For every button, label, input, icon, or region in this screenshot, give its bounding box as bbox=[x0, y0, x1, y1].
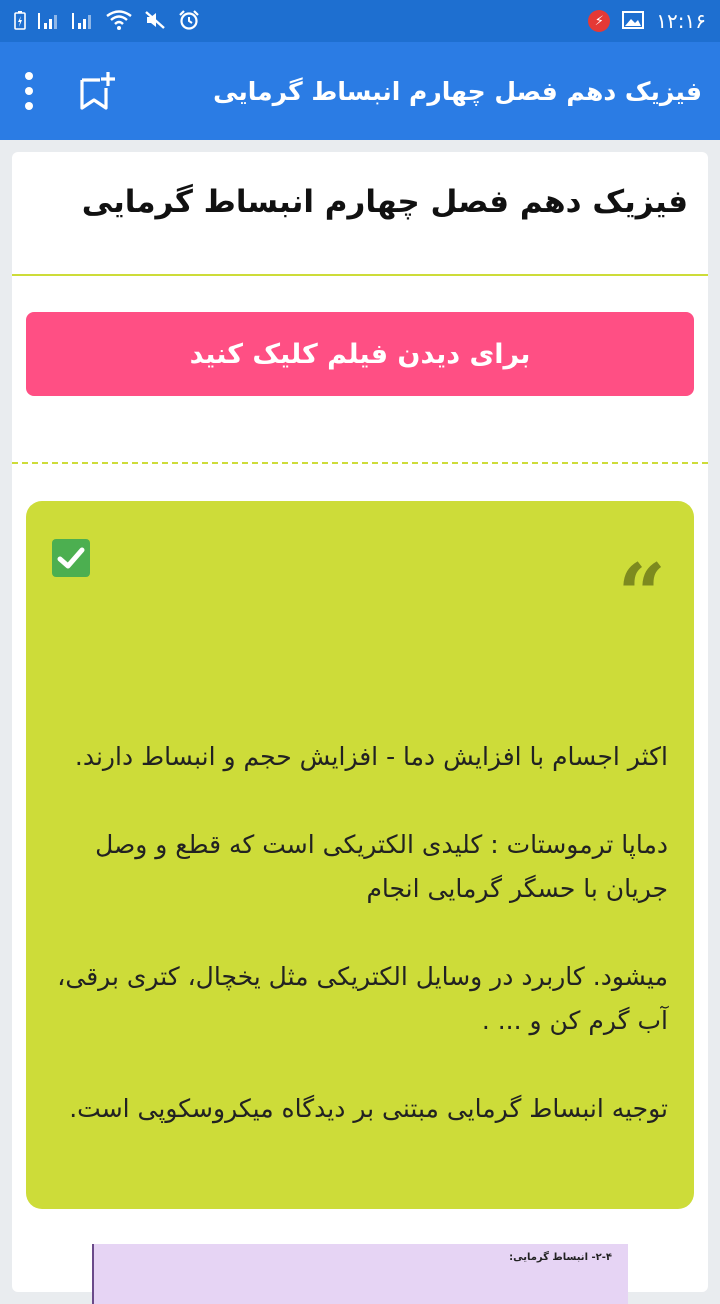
title-divider bbox=[12, 274, 708, 276]
quote-text: اکثر اجسام با افزایش دما - افزایش حجم و … bbox=[56, 735, 668, 1131]
status-bar: ⚡ ۱۲:۱۶ bbox=[0, 0, 720, 42]
quote-paragraph: میشود. کاربرد در وسایل الکتریکی مثل یخچا… bbox=[57, 962, 668, 1035]
app-bar-title: فیزیک دهم فصل چهارم انبساط گرمایی bbox=[213, 76, 702, 106]
watch-film-button[interactable]: برای دیدن فیلم کلیک کنید bbox=[26, 312, 694, 396]
quote-paragraph: اکثر اجسام با افزایش دما - افزایش حجم و … bbox=[74, 742, 668, 771]
quote-mark-icon: “ bbox=[617, 545, 666, 644]
post-title: فیزیک دهم فصل چهارم انبساط گرمایی bbox=[81, 184, 688, 220]
signal-icon bbox=[72, 11, 94, 32]
image-icon bbox=[622, 10, 645, 33]
dashed-divider bbox=[12, 462, 708, 464]
wifi-icon bbox=[106, 9, 132, 33]
status-time: ۱۲:۱۶ bbox=[656, 9, 706, 33]
quote-paragraph: دماپا ترموستات : کلیدی الکتریکی است که ق… bbox=[95, 830, 668, 903]
alert-icon: ⚡ bbox=[588, 10, 611, 32]
quote-box: “ اکثر اجسام با افزایش دما - افزایش حجم … bbox=[26, 501, 694, 1209]
image-caption: ۲-۴- انبساط گرمایی: bbox=[509, 1252, 612, 1263]
textbook-page-image[interactable]: ۲-۴- انبساط گرمایی: bbox=[92, 1244, 628, 1304]
post-card: فیزیک دهم فصل چهارم انبساط گرمایی برای د… bbox=[12, 152, 708, 1304]
bookmark-add-icon[interactable] bbox=[78, 70, 118, 112]
app-bar: فیزیک دهم فصل چهارم انبساط گرمایی bbox=[0, 42, 720, 140]
quote-paragraph: توجیه انبساط گرمایی مبتنی بر دیدگاه میکر… bbox=[69, 1094, 668, 1123]
signal-icon bbox=[38, 11, 60, 32]
status-bar-right: ⚡ ۱۲:۱۶ bbox=[588, 9, 706, 33]
status-bar-left bbox=[14, 9, 200, 33]
alarm-icon bbox=[178, 9, 200, 33]
checkmark-icon bbox=[52, 539, 90, 577]
app-bar-actions bbox=[24, 70, 118, 112]
mute-icon bbox=[144, 10, 166, 33]
more-options-icon[interactable] bbox=[24, 72, 34, 110]
battery-icon bbox=[14, 10, 26, 33]
